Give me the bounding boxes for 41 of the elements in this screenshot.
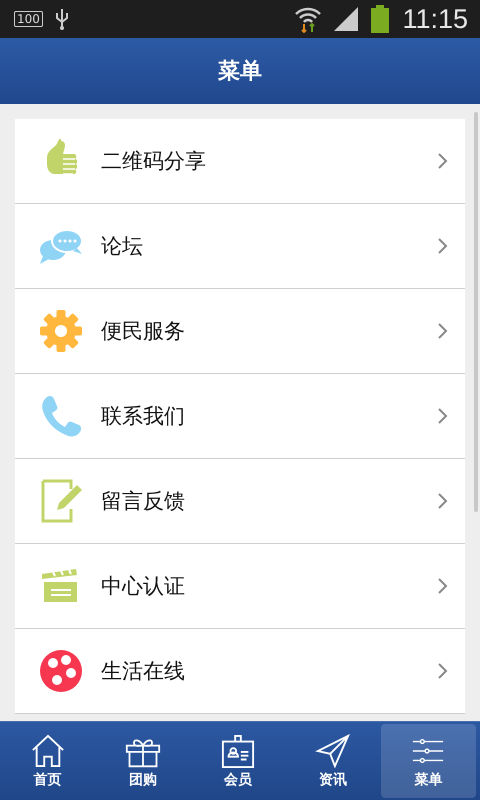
menu-item[interactable]: 生活在线 xyxy=(15,629,465,714)
usb-icon xyxy=(54,7,69,31)
menu-item[interactable]: 中心认证 xyxy=(15,544,465,629)
menu-label: 联系我们 xyxy=(101,403,186,430)
menu-item[interactable]: 留言反馈 xyxy=(15,459,465,544)
nav-tab[interactable]: 会员 xyxy=(190,724,286,798)
wifi-icon xyxy=(294,5,322,33)
gear-icon xyxy=(39,309,83,353)
signal-icon xyxy=(334,7,358,31)
clock-time: 11:15 xyxy=(402,4,468,34)
film-reel-icon xyxy=(39,649,83,693)
nav-tab[interactable]: 资讯 xyxy=(286,724,381,798)
id-badge-icon xyxy=(220,734,256,768)
scrollbar[interactable] xyxy=(474,112,478,512)
phone-icon xyxy=(39,394,83,438)
battery-icon xyxy=(370,5,390,33)
notification-badge: 100 xyxy=(14,11,43,27)
chevron-right-icon xyxy=(437,577,449,595)
nav-tab[interactable]: 首页 xyxy=(0,724,96,798)
nav-tab[interactable]: 菜单 xyxy=(380,724,476,798)
chevron-right-icon xyxy=(437,237,449,255)
menu-item[interactable]: 便民服务 xyxy=(15,289,465,374)
menu-label: 生活在线 xyxy=(101,658,186,685)
home-icon xyxy=(30,734,66,768)
page-title: 菜单 xyxy=(218,58,262,86)
menu-label: 论坛 xyxy=(101,233,144,260)
menu-item[interactable]: 二维码分享 xyxy=(15,119,465,204)
edit-note-icon xyxy=(39,479,83,523)
chevron-right-icon xyxy=(437,322,449,340)
menu-item[interactable]: 论坛 xyxy=(15,204,465,289)
chevron-right-icon xyxy=(437,492,449,510)
menu-item[interactable]: 联系我们 xyxy=(15,374,465,459)
menu-label: 二维码分享 xyxy=(101,148,207,175)
menu-label: 中心认证 xyxy=(101,573,186,600)
nav-tab[interactable]: 团购 xyxy=(95,724,190,798)
paper-plane-icon xyxy=(315,734,352,768)
menu-label: 留言反馈 xyxy=(101,488,186,515)
chevron-right-icon xyxy=(437,407,449,425)
chevron-right-icon xyxy=(437,662,449,680)
chevron-right-icon xyxy=(437,152,449,170)
menu-label: 便民服务 xyxy=(101,318,186,345)
